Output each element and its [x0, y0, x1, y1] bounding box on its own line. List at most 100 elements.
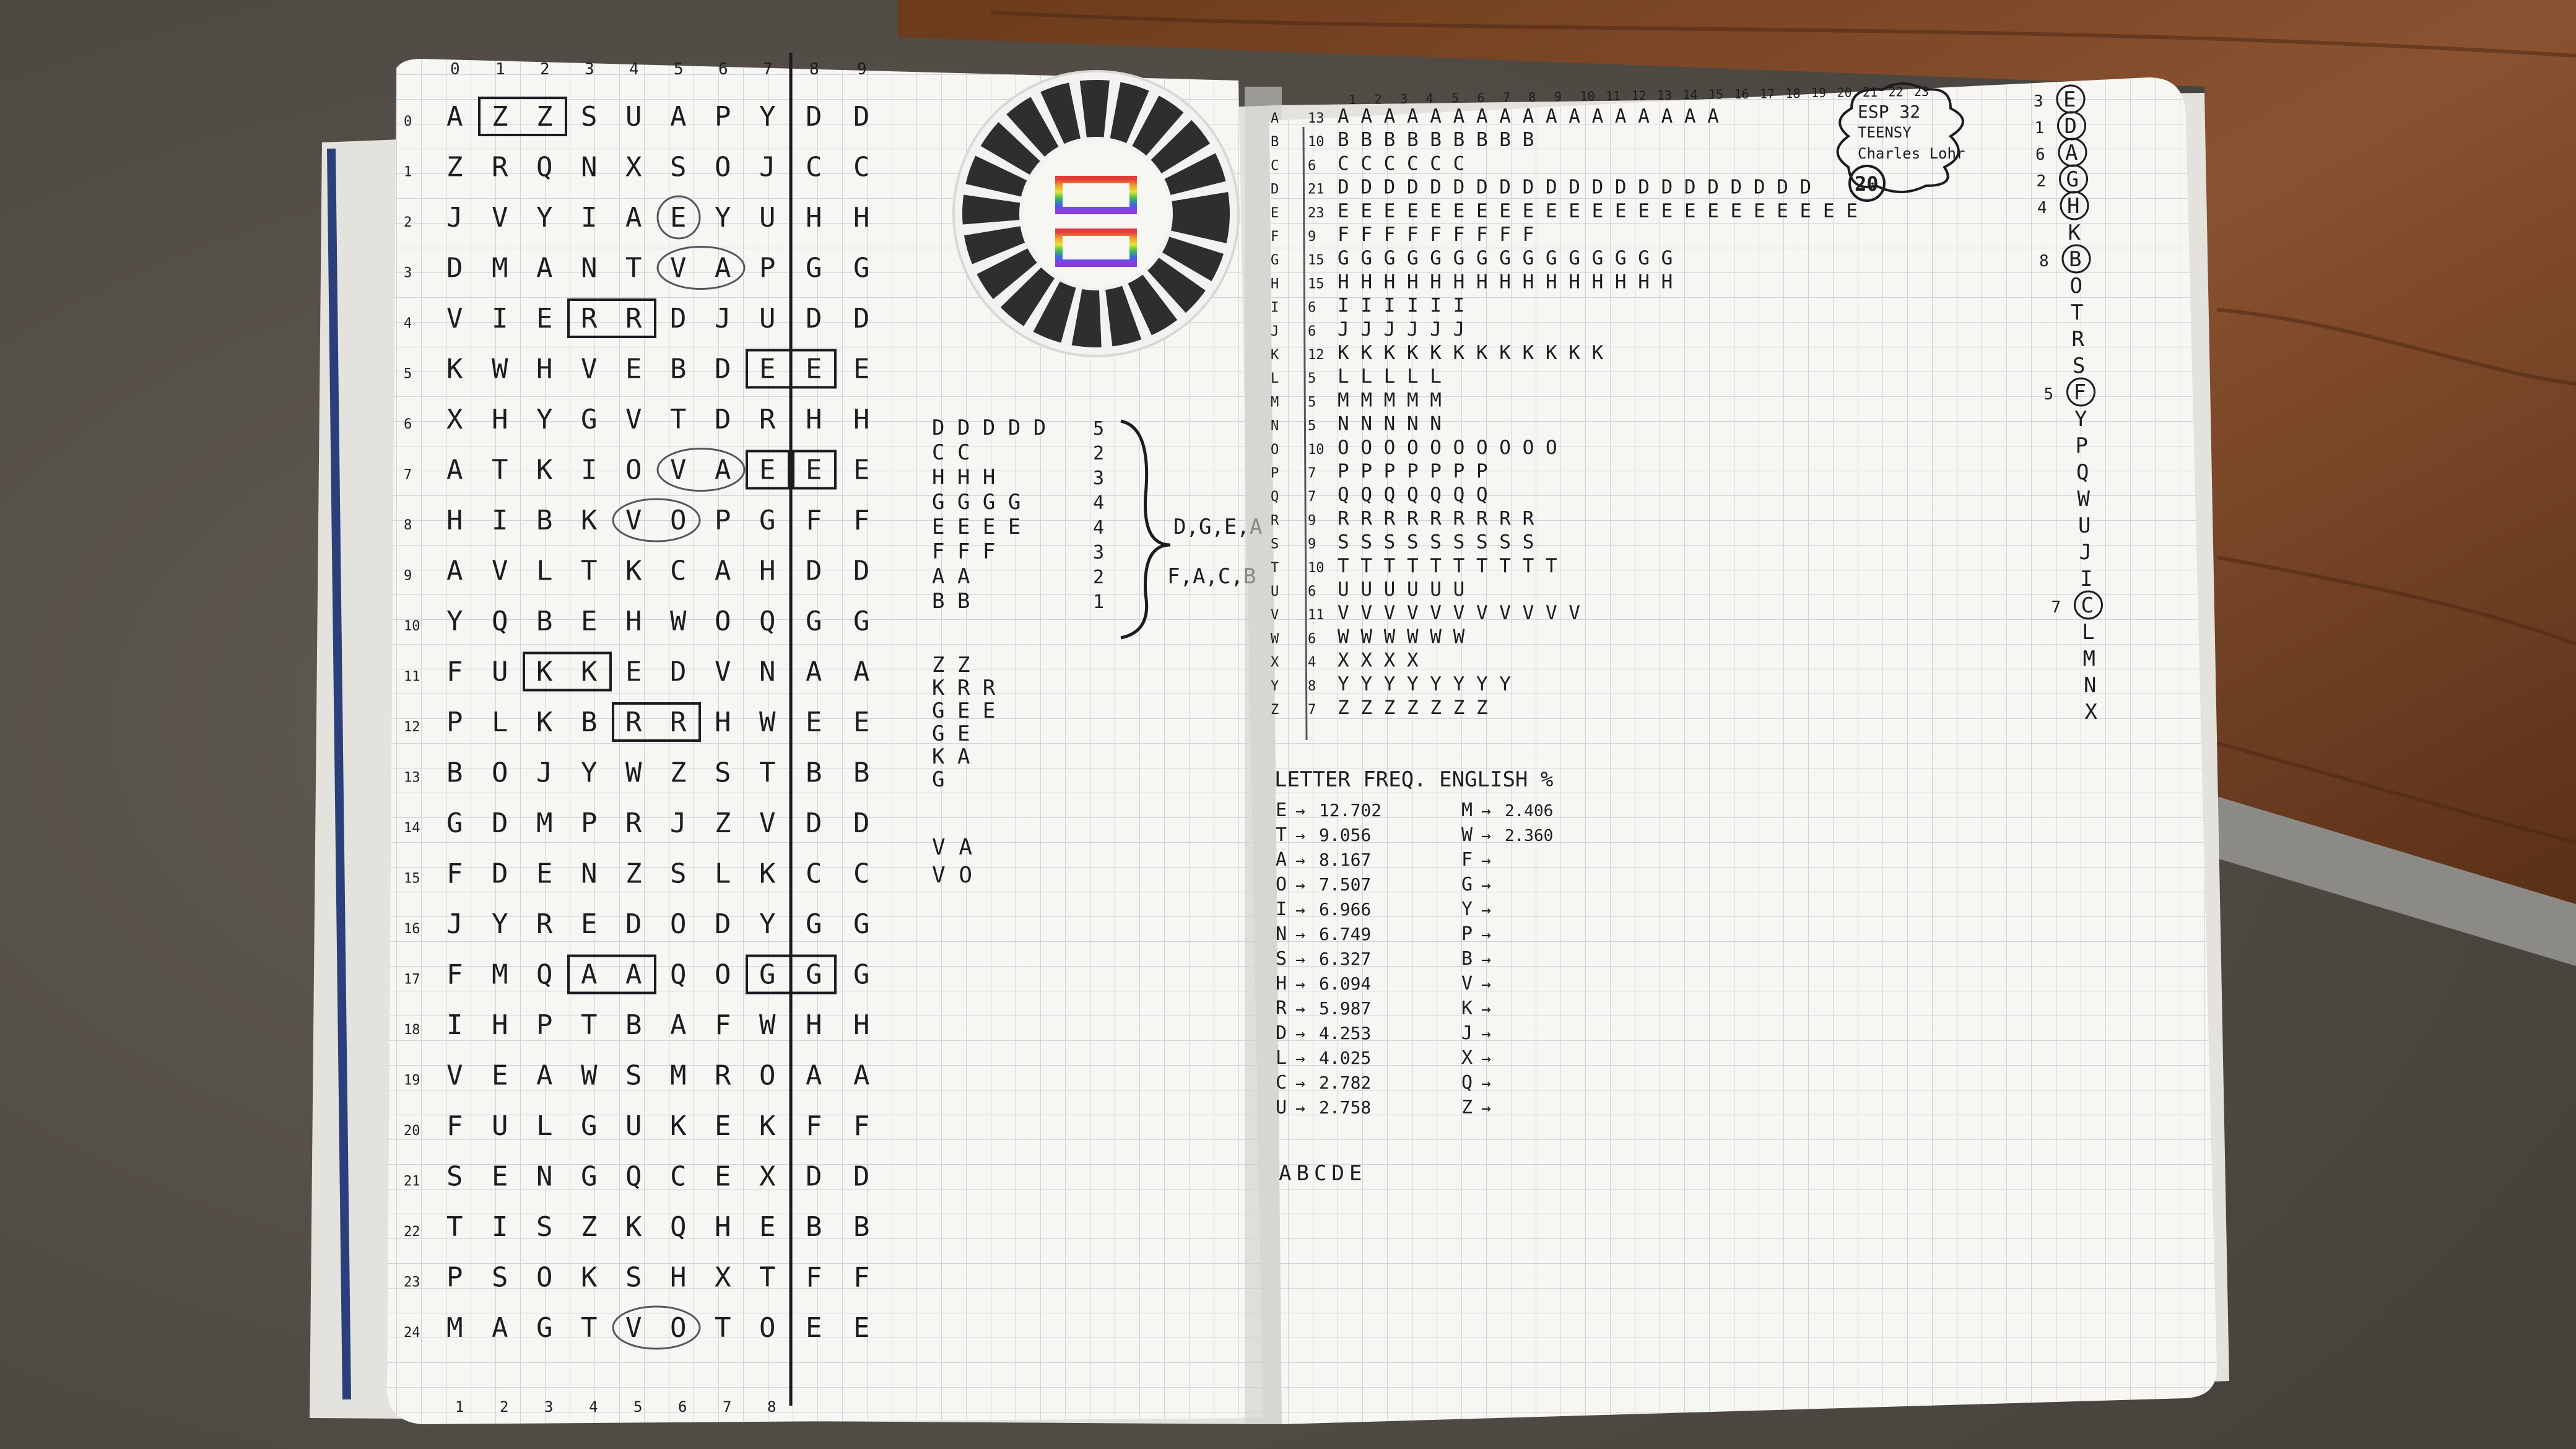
freq-arrow: → [1481, 876, 1491, 895]
cipher-letter: E [581, 606, 598, 637]
pair-letters: Z Z [932, 653, 970, 677]
row-label: 24 [404, 1325, 420, 1341]
cipher-letter: Z [670, 757, 687, 789]
freq-row-count: 9 [1308, 229, 1316, 245]
bottom-index-digit: 6 [678, 1398, 687, 1416]
freq-letter: E [1276, 799, 1287, 821]
cipher-letter: S [536, 1211, 553, 1243]
cipher-letter: Q [536, 152, 553, 183]
pair-letters: K A [932, 744, 970, 769]
freq-row-count: 12 [1308, 347, 1325, 363]
cipher-letter: G [446, 807, 463, 839]
freq-letter: M [1461, 799, 1473, 821]
va-label: V A [932, 835, 972, 860]
cipher-letter: M [446, 1312, 463, 1344]
freq-value: 2.406 [1505, 802, 1553, 820]
row-label: 13 [404, 770, 420, 786]
cipher-letter: Q [536, 959, 553, 991]
row-label: 23 [404, 1275, 420, 1290]
freq-row-marks: X X X X [1338, 650, 1419, 672]
cipher-letter: T [715, 1312, 731, 1344]
cipher-letter: S [625, 1262, 642, 1294]
cipher-letter: O [759, 1060, 776, 1092]
cipher-letter: A [536, 1060, 553, 1092]
freq-letter: J [1461, 1022, 1473, 1044]
cipher-letter: V [446, 303, 463, 334]
cipher-letter: O [715, 959, 731, 991]
cloud-text-2: TEENSY [1858, 124, 1912, 141]
cipher-letter: S [625, 1060, 642, 1092]
cipher-letter: E [853, 1312, 870, 1344]
bottom-index-digit: 7 [723, 1398, 731, 1416]
header-number: 19 [1811, 85, 1826, 100]
cipher-letter: D [806, 1161, 822, 1193]
cipher-letter: P [715, 505, 731, 536]
freq-letter: P [1461, 923, 1473, 945]
freq-arrow: → [1295, 901, 1305, 920]
header-number: 21 [1863, 85, 1878, 100]
cipher-letter: N [536, 1161, 553, 1193]
cloud-text-3: Charles Lohr [1858, 145, 1965, 162]
freq-arrow: → [1295, 876, 1305, 895]
tally-count: 3 [1093, 542, 1104, 564]
freq-title: LETTER FREQ. ENGLISH % [1274, 767, 1553, 792]
cipher-letter: R [625, 303, 642, 334]
freq-letter: O [1276, 874, 1287, 895]
cipher-letter: B [536, 606, 553, 637]
row-label: 22 [404, 1224, 420, 1240]
header-number: 20 [1837, 85, 1852, 100]
bottom-index-digit: 4 [589, 1398, 598, 1416]
cipher-letter: A [492, 1312, 508, 1344]
rank-number: 4 [2037, 199, 2047, 217]
freq-row-marks: F F F F F F F F F [1338, 224, 1534, 246]
freq-arrow: → [1295, 851, 1305, 870]
cipher-letter: V [625, 404, 642, 435]
freq-row-marks: A A A A A A A A A A A A A A A A A [1338, 105, 1719, 128]
cipher-letter: O [715, 152, 731, 183]
cipher-letter: E [806, 707, 822, 738]
cipher-letter: M [492, 959, 508, 991]
top-index-digit: 6 [718, 60, 728, 79]
freq-row-letter: Y [1271, 679, 1279, 694]
freq-letter: G [1461, 874, 1473, 895]
cipher-letter: K [759, 858, 776, 890]
freq-value: 5.987 [1319, 998, 1371, 1019]
freq-row-count: 5 [1308, 394, 1316, 410]
freq-row-count: 8 [1308, 679, 1316, 694]
freq-row-count: 15 [1308, 253, 1325, 268]
cipher-letter: D [853, 555, 870, 587]
cipher-letter: L [492, 707, 508, 738]
cipher-letter: P [715, 101, 731, 133]
cipher-letter: D [806, 303, 822, 334]
cipher-letter: C [806, 858, 822, 890]
cipher-letter: F [446, 1110, 463, 1142]
freq-letter: W [1461, 824, 1473, 846]
cipher-letter: L [536, 1110, 553, 1142]
cipher-letter: U [492, 656, 508, 688]
header-number: 4 [1426, 91, 1434, 106]
freq-arrow: → [1295, 827, 1305, 845]
freq-row-letter: T [1271, 560, 1279, 576]
cipher-letter: E [625, 354, 642, 385]
cipher-letter: G [806, 606, 822, 637]
freq-value: 2.758 [1319, 1097, 1371, 1118]
cipher-letter: A [446, 555, 463, 587]
cipher-letter: G [853, 606, 870, 637]
rank-letter: R [2072, 327, 2085, 352]
rank-letter: H [2067, 194, 2079, 219]
cipher-letter: Q [670, 959, 687, 991]
cipher-letter: E [492, 1060, 508, 1092]
rank-number: 8 [2039, 252, 2049, 271]
header-number: 12 [1632, 88, 1647, 103]
cipher-letter: Y [536, 404, 553, 435]
cipher-letter: B [853, 1211, 870, 1243]
cipher-letter: E [806, 354, 822, 385]
cipher-letter: R [581, 303, 598, 334]
cipher-letter: A [806, 1060, 822, 1092]
freq-row-count: 10 [1308, 134, 1325, 150]
cipher-letter: K [759, 1110, 776, 1142]
freq-arrow: → [1295, 802, 1305, 820]
cipher-letter: Y [536, 202, 553, 233]
top-index-digit: 3 [585, 60, 594, 79]
freq-arrow: → [1295, 975, 1305, 994]
